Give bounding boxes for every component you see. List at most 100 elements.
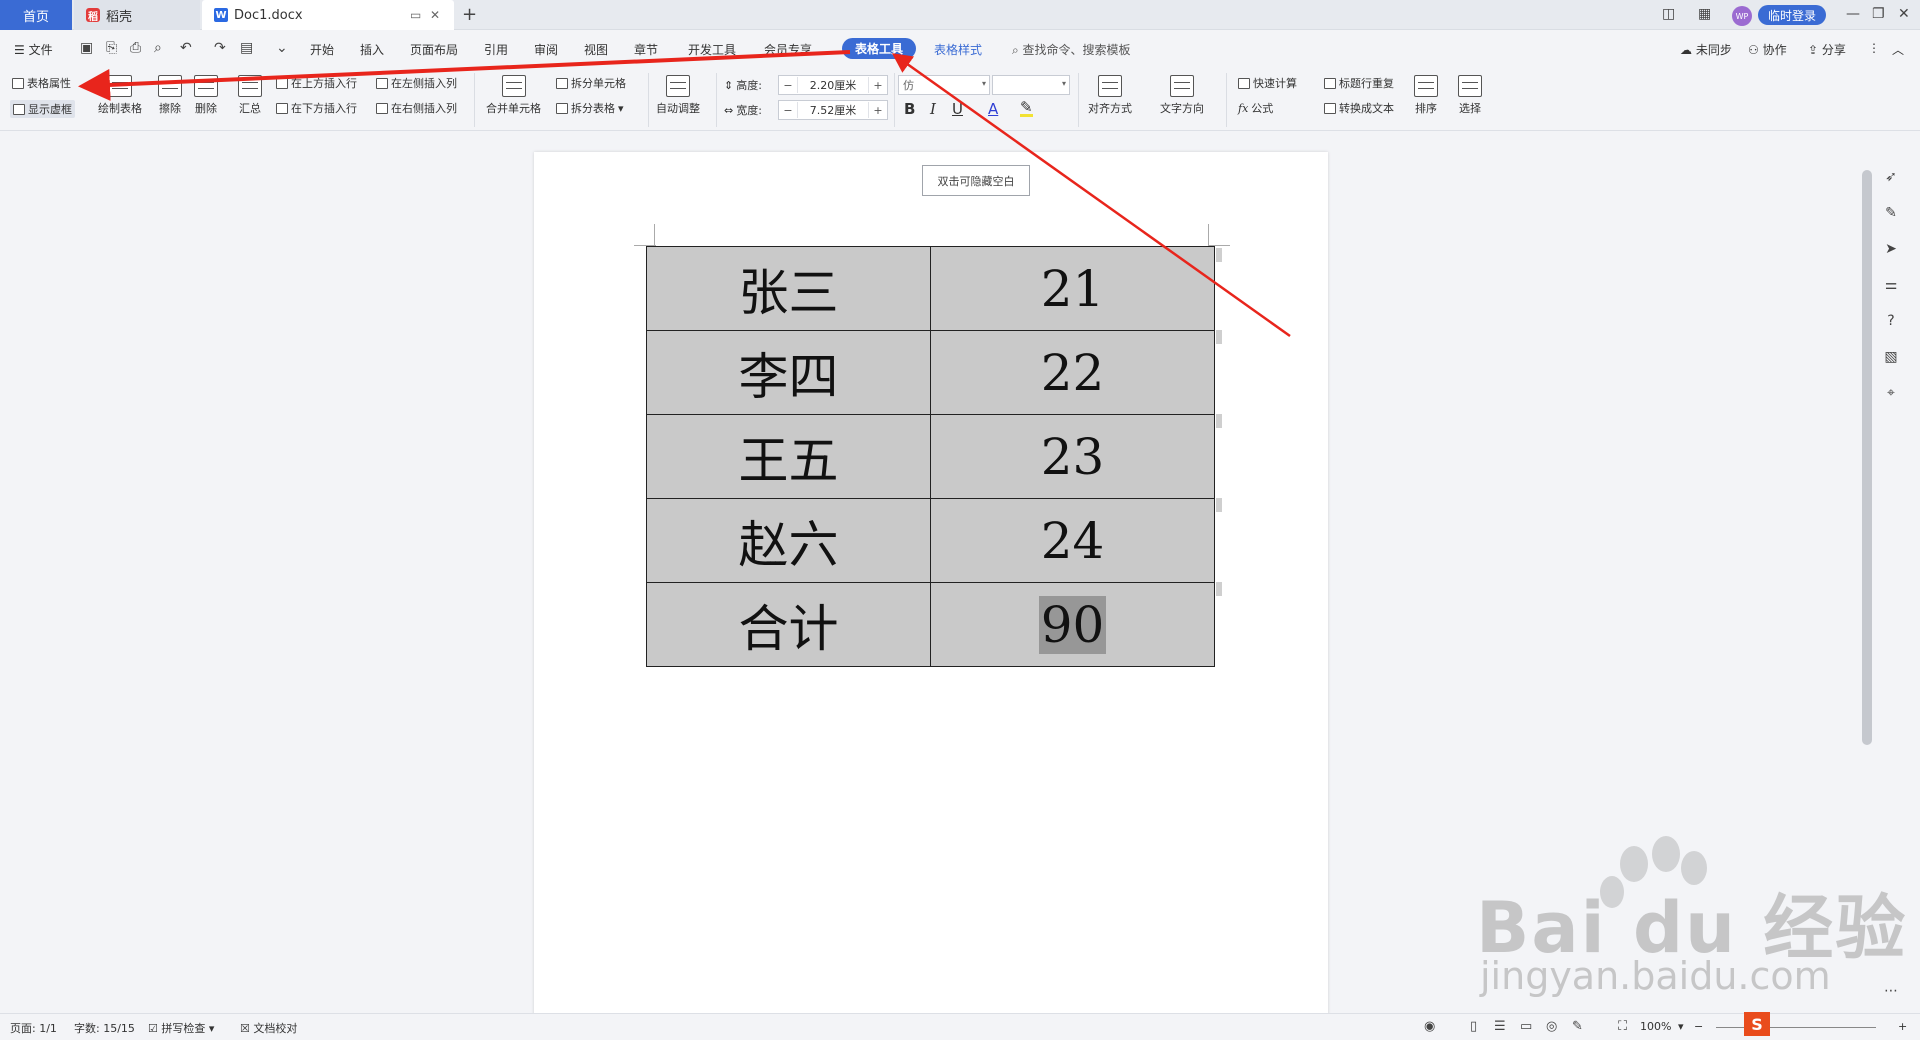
apps-grid-icon[interactable]: ▦ <box>1698 6 1711 22</box>
row-resize-handle[interactable] <box>1216 248 1222 262</box>
format-painter-icon[interactable]: ▤ <box>240 40 253 56</box>
hide-blank-tooltip[interactable]: 双击可隐藏空白 <box>922 165 1030 196</box>
menu-member[interactable]: 会员专享 <box>764 41 812 58</box>
convert-to-text-button[interactable]: 转换成文本 <box>1324 100 1394 116</box>
menu-view[interactable]: 视图 <box>584 41 608 58</box>
insert-col-left-button[interactable]: 在左侧插入列 <box>376 75 457 91</box>
menu-review[interactable]: 审阅 <box>534 41 558 58</box>
width-stepper[interactable]: − 7.52厘米 + <box>778 100 888 120</box>
height-stepper[interactable]: − 2.20厘米 + <box>778 75 888 95</box>
menu-table-tools[interactable]: 表格工具 <box>842 38 916 59</box>
pen-icon[interactable]: ✎ <box>1882 204 1900 222</box>
more-options-icon[interactable]: ⋮ <box>1868 41 1880 55</box>
height-increase-button[interactable]: + <box>869 79 887 92</box>
insert-row-above-button[interactable]: 在上方插入行 <box>276 75 357 91</box>
tab-daoke[interactable]: 稻 稻壳 <box>74 0 200 30</box>
italic-icon[interactable]: I <box>930 100 936 118</box>
page-count[interactable]: 页面: 1/1 <box>10 1020 57 1036</box>
pointer-icon[interactable]: ➤ <box>1882 240 1900 258</box>
avatar[interactable]: WP <box>1732 6 1752 26</box>
table-cell-name[interactable]: 王五 <box>646 414 931 499</box>
file-menu[interactable]: ☰ 文件 <box>14 41 53 58</box>
command-search[interactable]: ⌕ 查找命令、搜索模板 <box>1012 41 1131 58</box>
width-increase-button[interactable]: + <box>869 104 887 117</box>
location-icon[interactable]: ⌖ <box>1882 384 1900 402</box>
table-cell-name[interactable]: 赵六 <box>646 498 931 583</box>
more-quick-icon[interactable]: ⌄ <box>276 40 288 56</box>
sliders-icon[interactable]: ⚌ <box>1882 276 1900 294</box>
row-resize-handle[interactable] <box>1216 330 1222 344</box>
share-button[interactable]: ⇪ 分享 <box>1808 41 1846 58</box>
height-decrease-button[interactable]: − <box>779 79 797 92</box>
quick-calc-button[interactable]: 快速计算 <box>1238 75 1297 91</box>
auto-adjust-button[interactable]: 自动调整 <box>656 75 700 116</box>
table-cell-value[interactable]: 21 <box>930 246 1215 331</box>
table-properties-button[interactable]: 表格属性 <box>12 75 71 91</box>
highlight-icon[interactable]: ✎ <box>1020 100 1033 117</box>
layout-icon[interactable]: ◫ <box>1662 6 1675 22</box>
redo-icon[interactable]: ↷ <box>214 40 226 56</box>
row-resize-handle[interactable] <box>1216 582 1222 596</box>
vertical-scrollbar[interactable] <box>1862 170 1872 745</box>
sort-button[interactable]: 排序 <box>1414 75 1438 116</box>
pin-icon[interactable]: ▭ <box>410 8 421 22</box>
more-icon[interactable]: ⋯ <box>1882 982 1900 1000</box>
table-cell-value[interactable]: 23 <box>930 414 1215 499</box>
draw-table-button[interactable]: 绘制表格 <box>98 75 142 116</box>
proofread-button[interactable]: ☒ 文档校对 <box>240 1020 297 1036</box>
show-gridlines-button[interactable]: 显示虚框 <box>10 100 75 118</box>
table-cell-name[interactable]: 张三 <box>646 246 931 331</box>
repeat-header-button[interactable]: 标题行重复 <box>1324 75 1394 91</box>
print-icon[interactable]: ⎙ <box>130 40 141 56</box>
summary-button[interactable]: 汇总 <box>238 75 262 116</box>
fit-page-icon[interactable]: ⛶ <box>1618 1019 1627 1034</box>
menu-table-style[interactable]: 表格样式 <box>934 41 982 58</box>
width-value[interactable]: 7.52厘米 <box>797 102 869 118</box>
insert-row-below-button[interactable]: 在下方插入行 <box>276 100 357 116</box>
save-icon[interactable]: ▣ <box>80 40 93 56</box>
split-table-button[interactable]: 拆分表格 ▾ <box>556 100 624 116</box>
ime-logo-icon[interactable]: S <box>1744 1012 1770 1036</box>
erase-button[interactable]: 擦除 <box>158 75 182 116</box>
menu-page-layout[interactable]: 页面布局 <box>410 41 458 58</box>
web-view-icon[interactable]: ◎ <box>1546 1019 1557 1034</box>
zoom-level[interactable]: 100% <box>1640 1020 1671 1033</box>
menu-developer[interactable]: 开发工具 <box>688 41 736 58</box>
sync-button[interactable]: ☁ 未同步 <box>1680 41 1732 58</box>
row-resize-handle[interactable] <box>1216 498 1222 512</box>
merge-cells-button[interactable]: 合并单元格 <box>486 75 541 116</box>
minimize-icon[interactable]: — <box>1846 6 1860 22</box>
table-cell-value[interactable]: 22 <box>930 330 1215 415</box>
close-tab-icon[interactable]: ✕ <box>430 8 440 22</box>
word-count[interactable]: 字数: 15/15 <box>74 1020 135 1036</box>
selected-total-value[interactable]: 90 <box>1038 595 1107 654</box>
font-size-select[interactable]: ▾ <box>992 75 1070 95</box>
collab-button[interactable]: ⚇ 协作 <box>1748 41 1787 58</box>
select-button[interactable]: 选择 <box>1458 75 1482 116</box>
tab-home[interactable]: 首页 <box>0 0 72 30</box>
underline-icon[interactable]: U <box>952 100 963 118</box>
eye-protection-icon[interactable]: ◉ <box>1424 1019 1435 1034</box>
rocket-icon[interactable]: ➶ <box>1882 168 1900 186</box>
help-icon[interactable]: ? <box>1882 312 1900 330</box>
font-family-select[interactable]: 仿 ▾ <box>898 75 990 95</box>
insert-col-right-button[interactable]: 在右侧插入列 <box>376 100 457 116</box>
zoom-dropdown-icon[interactable]: ▾ <box>1678 1020 1684 1033</box>
export-pdf-icon[interactable]: ⎘ <box>106 40 117 56</box>
zoom-out-icon[interactable]: − <box>1694 1020 1703 1033</box>
zoom-slider[interactable] <box>1716 1027 1876 1028</box>
height-value[interactable]: 2.20厘米 <box>797 77 869 93</box>
split-cells-button[interactable]: 拆分单元格 <box>556 75 626 91</box>
bold-icon[interactable]: B <box>904 100 915 118</box>
table-cell-total[interactable]: 90 <box>930 582 1215 667</box>
login-button[interactable]: 临时登录 <box>1758 5 1826 25</box>
table-cell-value[interactable]: 24 <box>930 498 1215 583</box>
menu-start[interactable]: 开始 <box>310 41 334 58</box>
menu-insert[interactable]: 插入 <box>360 41 384 58</box>
table-cell-name[interactable]: 李四 <box>646 330 931 415</box>
reading-view-icon[interactable]: ▭ <box>1520 1019 1532 1034</box>
image-icon[interactable]: ▧ <box>1882 348 1900 366</box>
menu-references[interactable]: 引用 <box>484 41 508 58</box>
new-tab-button[interactable]: + <box>462 4 477 25</box>
pen-mode-icon[interactable]: ✎ <box>1572 1019 1583 1034</box>
